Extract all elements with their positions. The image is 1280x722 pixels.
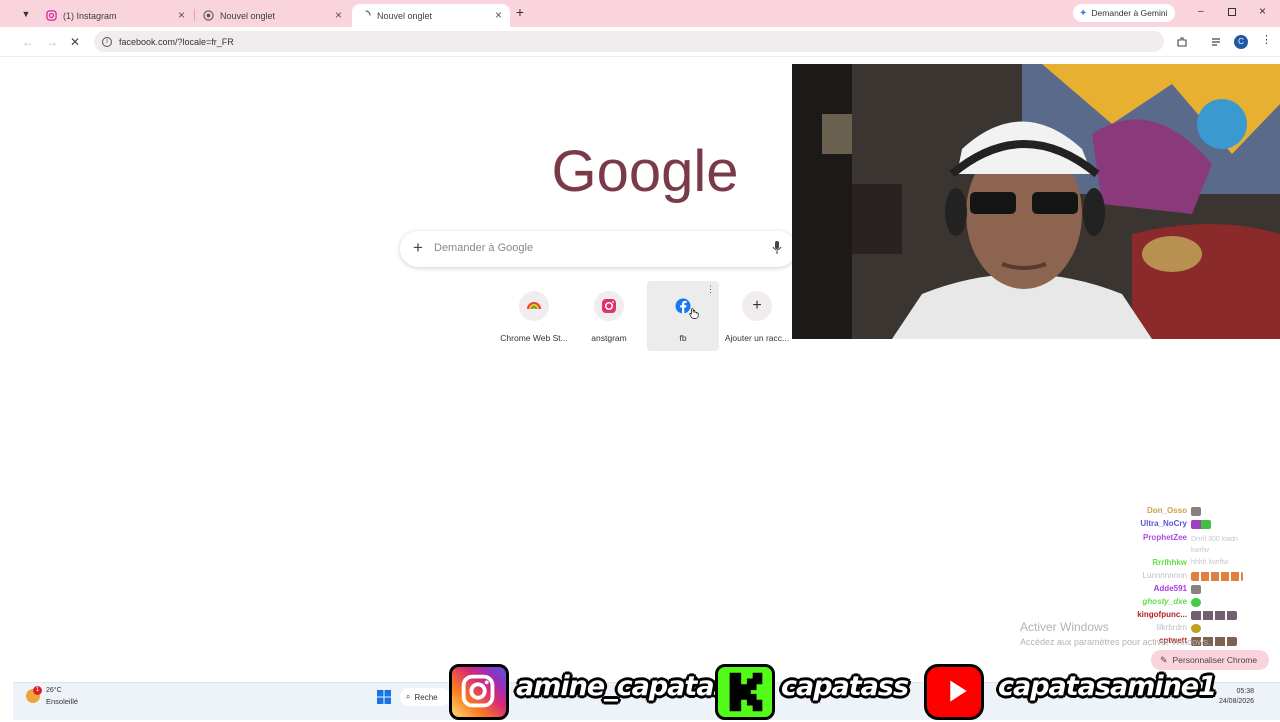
- loading-icon: [365, 10, 371, 16]
- weather-temp: 26°C: [46, 687, 62, 694]
- rainbow-icon: [527, 302, 541, 310]
- forward-button[interactable]: →: [42, 32, 62, 52]
- tab-new-1[interactable]: Nouvel onglet ×: [195, 4, 350, 27]
- chat-message: Ultra_NoCry: [1120, 519, 1270, 532]
- emote-icon: [1191, 572, 1243, 581]
- close-icon[interactable]: ×: [335, 8, 342, 22]
- tab-search-button[interactable]: ▼: [18, 6, 34, 22]
- search-placeholder: Demander à Google: [434, 242, 534, 254]
- chat-username: Don_Osso: [1146, 506, 1187, 515]
- chat-username: Rrrlhhkw: [1152, 558, 1187, 567]
- instagram-icon: [449, 664, 509, 720]
- back-button[interactable]: ←: [18, 32, 38, 52]
- customize-chrome-button[interactable]: ✎ Personnaliser Chrome: [1151, 650, 1269, 670]
- shortcut-icon-bg: [519, 291, 549, 321]
- url-text: facebook.com/?locale=fr_FR: [119, 36, 234, 47]
- youtube-icon: [924, 664, 984, 720]
- close-window-button[interactable]: ×: [1259, 4, 1266, 18]
- address-bar[interactable]: i facebook.com/?locale=fr_FR: [94, 31, 1164, 52]
- profile-avatar[interactable]: C: [1234, 35, 1248, 49]
- chat-username: ProphetZee: [1142, 533, 1187, 542]
- activation-title: Activer Windows: [1020, 620, 1109, 634]
- windows-start-icon[interactable]: [377, 690, 391, 704]
- shortcut-fb[interactable]: ⋮ fb: [647, 281, 719, 351]
- shortcut-anstgram[interactable]: anstgram: [573, 281, 645, 351]
- search-text: Reche: [414, 692, 438, 702]
- shortcut-icon-bg: [594, 291, 624, 321]
- close-icon[interactable]: ×: [178, 8, 185, 22]
- browser-toolbar: ← → ✕ i facebook.com/?locale=fr_FR C ⋮: [0, 27, 1280, 57]
- add-icon[interactable]: +: [413, 238, 423, 258]
- more-options-icon[interactable]: ⋮: [706, 284, 715, 295]
- minimize-button[interactable]: –: [1198, 6, 1210, 17]
- chat-username: Lunnnnnnnn: [1142, 571, 1188, 580]
- weather-condition: Ensoleillé: [46, 697, 79, 706]
- gemini-label: Demander à Gemini: [1091, 8, 1168, 18]
- chat-text: hhhh kwrffw: [1191, 559, 1229, 566]
- shortcut-label: fb: [679, 333, 687, 343]
- chat-username: Ultra_NoCry: [1140, 519, 1187, 528]
- kick-handle: capatass: [781, 671, 909, 702]
- emote-icon: [1191, 520, 1211, 529]
- stop-loading-button[interactable]: ✕: [65, 32, 85, 52]
- search-icon: ⌕: [406, 692, 411, 701]
- shortcut-label: Ajouter un racc...: [724, 333, 790, 343]
- webcam-image: [792, 64, 1280, 339]
- shortcut-label: Chrome Web St...: [500, 333, 568, 343]
- instagram-icon: [46, 10, 57, 21]
- new-tab-button[interactable]: +: [512, 4, 528, 22]
- microphone-icon[interactable]: [772, 241, 782, 255]
- logo-text: Google: [551, 139, 738, 204]
- notification-badge: 1: [33, 686, 42, 695]
- close-icon[interactable]: ×: [495, 8, 502, 22]
- tab-label: Nouvel onglet: [220, 10, 276, 21]
- activation-subtitle: Accédez aux paramètres pour activer Wind…: [1020, 637, 1211, 647]
- chat-username: Adde591: [1153, 584, 1187, 593]
- weather-widget[interactable]: 1 26°C Ensoleillé: [26, 686, 86, 714]
- chat-message: ProphetZee Drrrll 300 kwdn kwrfw: [1120, 533, 1270, 557]
- instagram-icon: [602, 299, 616, 313]
- search-box[interactable]: + Demander à Google: [400, 231, 796, 267]
- extensions-icon[interactable]: [1176, 36, 1188, 48]
- gemini-button[interactable]: ✦ Demander à Gemini: [1073, 4, 1175, 22]
- site-info-icon[interactable]: i: [102, 36, 112, 47]
- shortcut-label: anstgram: [591, 333, 627, 343]
- chat-message: ghosty_dxe: [1120, 597, 1270, 610]
- maximize-button[interactable]: [1228, 8, 1236, 16]
- hand-cursor-icon: [689, 308, 699, 319]
- emote-icon: [1191, 598, 1201, 607]
- emote-icon: [1191, 507, 1201, 516]
- instagram-handle: amine_capatas: [516, 671, 730, 702]
- tab-instagram[interactable]: (1) Instagram ×: [38, 4, 193, 27]
- tab-label: (1) Instagram: [63, 10, 117, 21]
- shortcut-chrome-web-store[interactable]: Chrome Web St...: [498, 281, 570, 351]
- pencil-icon: ✎: [1160, 654, 1168, 665]
- chat-username: kingofpunc...: [1137, 610, 1187, 619]
- chat-text: Drrrll 300 kwdn kwrfw: [1191, 536, 1239, 554]
- customize-label: Personnaliser Chrome: [1172, 655, 1258, 665]
- tab-new-active[interactable]: Nouvel onglet ×: [352, 4, 510, 27]
- shortcut-icon-bg: +: [742, 291, 772, 321]
- chat-message: Lunnnnnnnn: [1120, 571, 1270, 584]
- menu-icon[interactable]: ⋮: [1261, 33, 1272, 46]
- shortcut-add[interactable]: + Ajouter un racc...: [721, 281, 793, 351]
- youtube-handle: capatasamine1: [998, 671, 1217, 702]
- media-controls-icon[interactable]: [1211, 36, 1223, 48]
- chat-message: Don_Osso: [1120, 506, 1270, 519]
- chrome-icon: [203, 10, 214, 21]
- tab-strip: ▼ (1) Instagram × Nouvel onglet × Nouvel…: [0, 0, 1280, 27]
- emote-icon: [1191, 585, 1201, 594]
- taskbar-search[interactable]: ⌕ Reche: [400, 688, 450, 706]
- chat-username: ghosty_dxe: [1142, 597, 1187, 606]
- chat-message: Adde591: [1120, 584, 1270, 597]
- tab-label: Nouvel onglet: [377, 10, 433, 21]
- google-logo: Google: [540, 138, 750, 208]
- chat-message: Rrrlhhkw hhhh kwrffw: [1120, 558, 1270, 571]
- webcam-overlay: [792, 64, 1280, 339]
- gemini-icon: ✦: [1079, 7, 1088, 19]
- kick-icon: [715, 664, 775, 720]
- windows-activation-watermark: Activer Windows Accédez aux paramètres p…: [1020, 620, 1260, 647]
- emote-icon: [1191, 611, 1237, 620]
